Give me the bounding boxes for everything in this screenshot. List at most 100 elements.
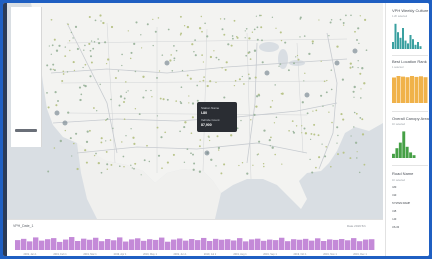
map-point[interactable] (84, 149, 87, 152)
map-point[interactable] (88, 15, 91, 19)
map-point[interactable] (152, 18, 154, 21)
timeline-bar[interactable] (345, 240, 351, 250)
map-point[interactable] (255, 105, 258, 108)
map-point[interactable] (179, 100, 182, 103)
map-point[interactable] (90, 40, 93, 42)
histogram-bar[interactable] (399, 37, 402, 49)
map-point[interactable] (301, 132, 303, 134)
map-point[interactable] (345, 14, 347, 17)
map-point[interactable] (293, 62, 295, 65)
map-cluster[interactable] (54, 110, 60, 116)
map-point[interactable] (97, 38, 99, 40)
map-point[interactable] (175, 49, 178, 52)
map-point[interactable] (303, 127, 306, 130)
histogram-bar[interactable] (407, 43, 409, 49)
map-point[interactable] (86, 130, 89, 133)
map-point[interactable] (52, 63, 55, 66)
histogram-bar[interactable] (419, 46, 422, 49)
road-item[interactable]: US-30 (392, 226, 399, 229)
map-point[interactable] (66, 71, 69, 73)
histogram-bar[interactable] (417, 42, 419, 49)
map-cluster[interactable] (334, 60, 340, 66)
histogram-bar[interactable] (409, 35, 412, 49)
map-point[interactable] (99, 83, 101, 86)
map-point[interactable] (79, 98, 82, 102)
map-point[interactable] (47, 170, 50, 173)
map-point[interactable] (353, 96, 355, 98)
timeline-bar[interactable] (351, 238, 357, 250)
map-point[interactable] (241, 75, 243, 78)
map-point[interactable] (303, 80, 305, 82)
map-point[interactable] (255, 15, 258, 17)
map-point[interactable] (148, 160, 151, 163)
histogram-bar[interactable] (412, 39, 414, 49)
map-point[interactable] (208, 139, 211, 142)
map-point[interactable] (269, 145, 271, 147)
map-point[interactable] (284, 41, 287, 44)
timeline-bar[interactable] (237, 238, 243, 250)
map-point[interactable] (225, 61, 228, 64)
timeline-bar[interactable] (81, 238, 87, 250)
timeline-bar[interactable] (87, 239, 93, 250)
map-point[interactable] (220, 172, 223, 175)
histogram-bar[interactable] (410, 76, 414, 103)
map-point[interactable] (231, 35, 234, 37)
histogram-bar[interactable] (402, 131, 406, 158)
map-point[interactable] (299, 36, 301, 38)
map-point[interactable] (301, 125, 303, 127)
map-point[interactable] (233, 84, 236, 87)
map-point[interactable] (263, 129, 266, 132)
map-point[interactable] (57, 100, 59, 102)
map-point[interactable] (122, 100, 126, 104)
map-point[interactable] (326, 79, 328, 82)
map-point[interactable] (142, 96, 145, 99)
map-point[interactable] (219, 18, 222, 20)
map-point[interactable] (330, 19, 333, 21)
map-point[interactable] (339, 18, 342, 21)
map-point[interactable] (69, 49, 71, 52)
map-point[interactable] (166, 161, 169, 164)
map-point[interactable] (69, 137, 72, 140)
histogram-canopy-area[interactable] (392, 130, 428, 160)
map-point[interactable] (349, 157, 352, 160)
map-point[interactable] (199, 139, 202, 141)
map-point[interactable] (52, 68, 54, 71)
histogram-bar[interactable] (401, 76, 405, 103)
map-point[interactable] (223, 96, 226, 99)
timeline-bar[interactable] (243, 241, 249, 250)
map-point[interactable] (258, 94, 261, 97)
map-point[interactable] (89, 49, 92, 52)
map-point[interactable] (92, 107, 95, 109)
map-point[interactable] (351, 66, 354, 68)
map-point[interactable] (253, 113, 256, 116)
map-point[interactable] (204, 22, 206, 25)
map-point[interactable] (232, 37, 234, 40)
map-point[interactable] (190, 132, 193, 134)
map-point[interactable] (183, 25, 186, 27)
map-point[interactable] (330, 69, 333, 71)
road-item[interactable]: I-95 (392, 210, 396, 213)
map-point[interactable] (349, 62, 352, 65)
map-point[interactable] (130, 164, 132, 166)
map-point[interactable] (183, 126, 186, 129)
map-point[interactable] (304, 132, 308, 135)
map-point[interactable] (244, 37, 246, 39)
map-point[interactable] (78, 86, 82, 89)
map-point[interactable] (127, 30, 129, 32)
map-point[interactable] (181, 69, 184, 72)
map-point[interactable] (158, 70, 161, 72)
map-point[interactable] (313, 133, 316, 136)
map-point[interactable] (269, 106, 272, 108)
map-cluster[interactable] (204, 150, 210, 156)
map-point[interactable] (143, 159, 146, 162)
map-point[interactable] (337, 153, 339, 156)
map-point[interactable] (88, 129, 91, 132)
timeline-bar[interactable] (297, 239, 303, 250)
map-point[interactable] (354, 30, 356, 33)
timeline-bar[interactable] (117, 237, 123, 250)
map-point[interactable] (271, 146, 274, 149)
map-point[interactable] (191, 102, 195, 105)
map-point[interactable] (271, 16, 274, 18)
map-point[interactable] (320, 94, 323, 97)
map-point[interactable] (253, 28, 256, 31)
